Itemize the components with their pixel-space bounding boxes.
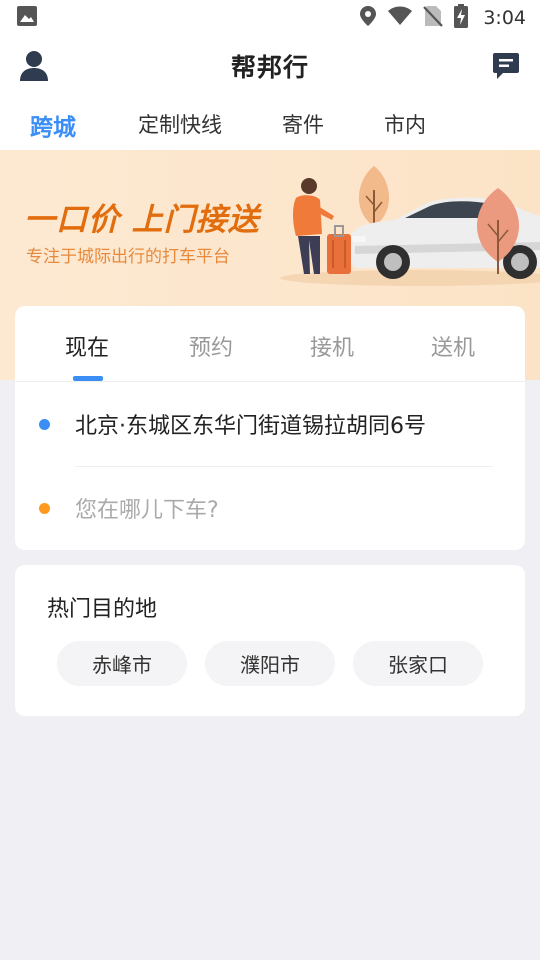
wifi-icon xyxy=(387,5,413,31)
hot-destinations-title: 热门目的地 xyxy=(47,597,158,622)
profile-button[interactable] xyxy=(16,50,52,86)
page-title: 帮邦行 xyxy=(230,53,309,82)
message-icon xyxy=(491,51,521,85)
dropoff-dot-icon xyxy=(39,502,50,514)
tab-reserve[interactable]: 预约 xyxy=(189,330,233,362)
user-icon xyxy=(19,50,49,86)
destination-chip[interactable]: 张家口 xyxy=(353,641,483,686)
destination-chip[interactable]: 赤峰市 xyxy=(57,641,187,686)
service-tabs: 跨城 定制快线 寄件 市内 xyxy=(0,96,540,150)
tab-intercity[interactable]: 跨城 xyxy=(30,108,76,142)
image-icon xyxy=(16,5,38,31)
tab-in-city[interactable]: 市内 xyxy=(384,109,426,139)
battery-charging-icon xyxy=(453,4,469,32)
tab-now[interactable]: 现在 xyxy=(65,330,109,362)
dropoff-field[interactable]: 您在哪儿下车? xyxy=(15,470,525,546)
tab-parcel[interactable]: 寄件 xyxy=(282,109,324,139)
active-tab-indicator xyxy=(73,376,103,381)
booking-card: 现在 预约 接机 送机 北京·东城区东华门街道锡拉胡同6号 您在哪儿下车? xyxy=(15,306,525,550)
ride-time-tabs: 现在 预约 接机 送机 xyxy=(15,306,525,382)
location-icon xyxy=(359,5,377,31)
title-bar: 帮邦行 xyxy=(0,36,540,96)
messages-button[interactable] xyxy=(488,50,524,86)
pickup-address: 北京·东城区东华门街道锡拉胡同6号 xyxy=(75,414,426,439)
dropoff-placeholder: 您在哪儿下车? xyxy=(75,498,219,523)
suitcase-illustration xyxy=(327,225,351,274)
no-sim-icon xyxy=(423,5,444,31)
pickup-field[interactable]: 北京·东城区东华门街道锡拉胡同6号 xyxy=(15,386,525,462)
divider xyxy=(75,466,493,467)
hot-destinations-card: 热门目的地 赤峰市 濮阳市 张家口 xyxy=(15,565,525,716)
tab-custom-express[interactable]: 定制快线 xyxy=(138,109,222,139)
pickup-dot-icon xyxy=(39,418,50,430)
destination-chip[interactable]: 濮阳市 xyxy=(205,641,335,686)
status-time: 3:04 xyxy=(483,7,526,29)
status-bar: 3:04 xyxy=(0,0,540,36)
tab-airport-dropoff[interactable]: 送机 xyxy=(431,330,475,362)
tab-airport-pickup[interactable]: 接机 xyxy=(310,330,354,362)
